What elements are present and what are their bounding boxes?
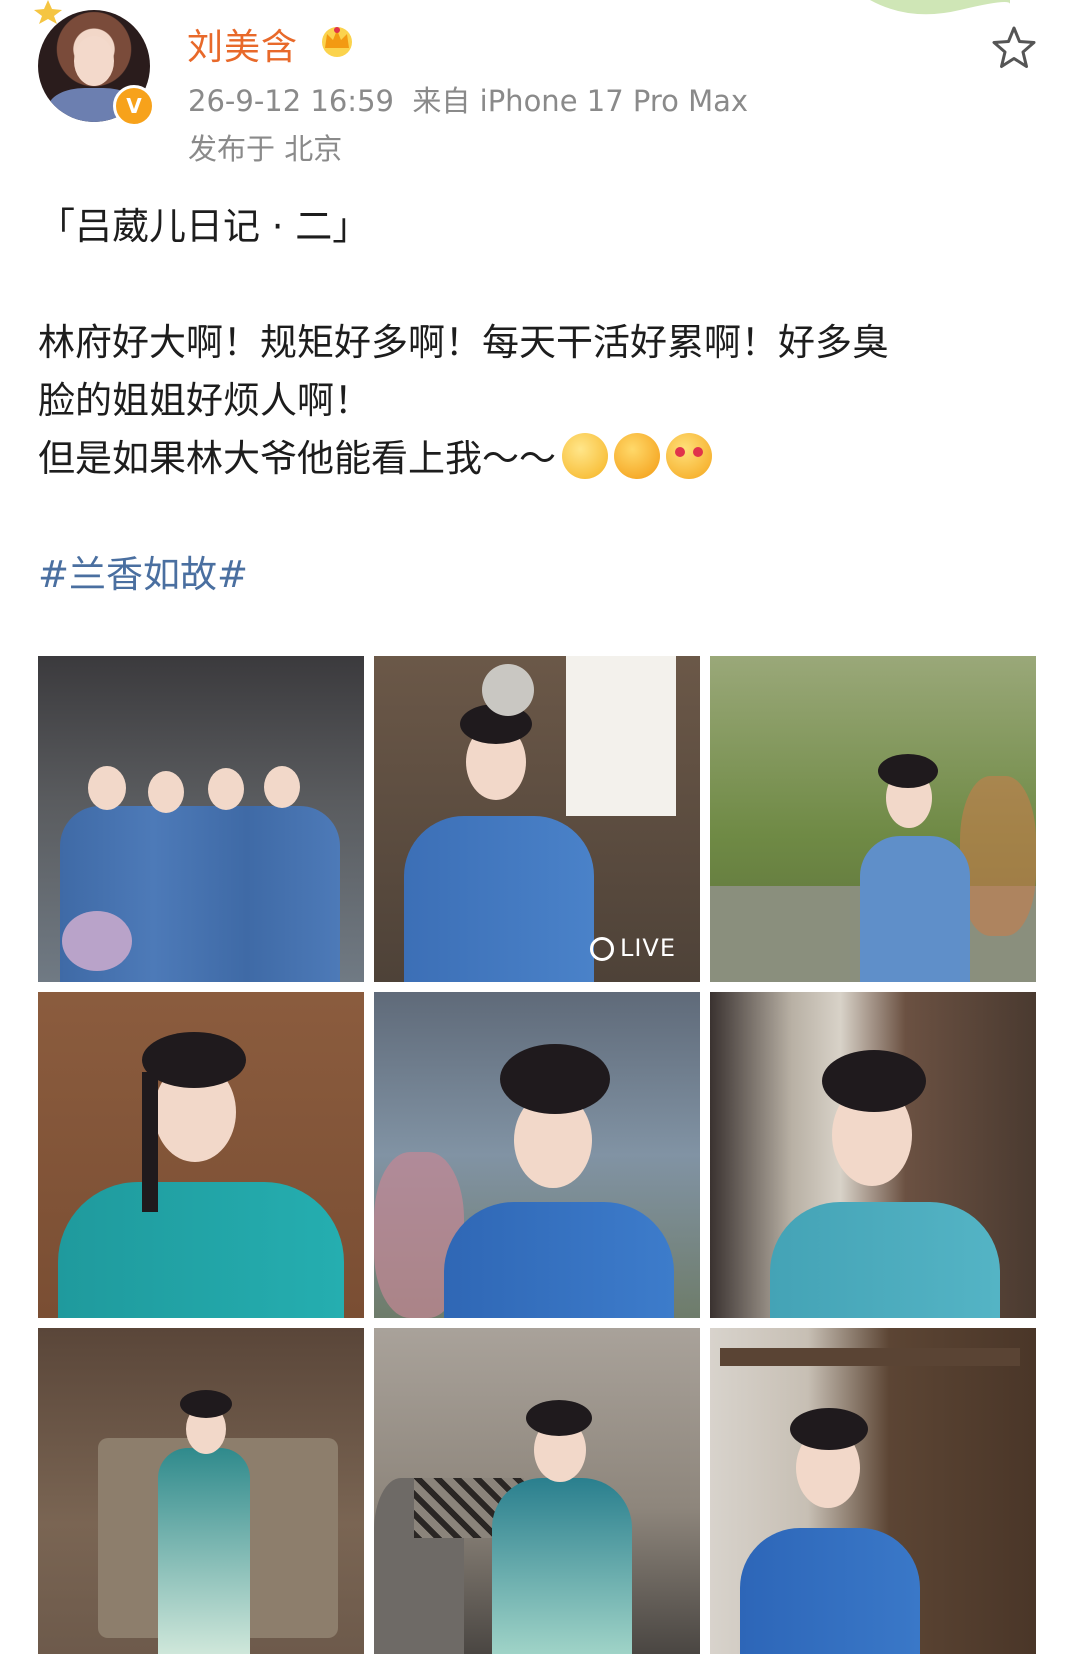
photo-9[interactable] [710,1328,1036,1654]
avatar[interactable]: V [38,10,155,127]
post-content: 「吕葳儿日记 · 二」 林府好大啊！规矩好多啊！每天干活好累啊！好多臭 脸的姐姐… [38,198,1038,604]
drooling-face-emoji [614,433,660,479]
crown-icon [322,27,352,57]
photo-8[interactable] [374,1328,700,1654]
photo-4[interactable] [38,992,364,1318]
username[interactable]: 刘美含 [187,18,298,70]
post-text-line: 林府好大啊！规矩好多啊！每天干活好累啊！好多臭 [38,321,889,364]
post-source: 来自 iPhone 17 Pro Max [412,84,749,118]
live-label: LIVE [619,934,676,962]
photo-7[interactable] [38,1328,364,1654]
verified-badge-icon: V [113,85,155,127]
post-title: 「吕葳儿日记 · 二」 [38,205,370,248]
decoration-icon [870,0,1010,15]
post-timestamp: 26-9-12 16:59 [188,84,394,118]
live-icon [589,937,614,961]
photo-5[interactable] [374,992,700,1318]
heart-eyes-emoji [666,433,712,479]
favorite-star-icon[interactable] [990,24,1038,72]
post-text-span: 但是如果林大爷他能看上我～～ [38,437,556,480]
post-text-line: 但是如果林大爷他能看上我～～ [38,430,1038,488]
post-location: 发布于 北京 [188,132,343,166]
post-text-line: 脸的姐姐好烦人啊！ [38,379,371,422]
photo-6[interactable] [710,992,1036,1318]
scared-face-emoji [562,433,608,479]
hashtag-link[interactable]: #兰香如故# [38,546,1038,604]
photo-2[interactable]: LIVE [374,656,700,982]
photo-1[interactable] [38,656,364,982]
post-meta: 26-9-12 16:59 来自 iPhone 17 Pro Max [188,78,748,120]
photo-grid: LIVE [38,656,1038,1654]
photo-3[interactable] [710,656,1036,982]
live-badge: LIVE [589,934,676,962]
